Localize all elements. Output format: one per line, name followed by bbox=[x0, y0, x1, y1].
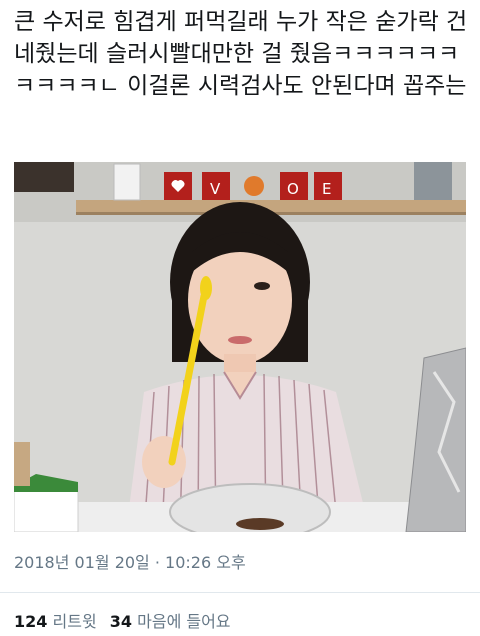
person-hand bbox=[142, 436, 186, 488]
like-stat[interactable]: 34 마음에 들어요 bbox=[110, 612, 231, 631]
photo-scene: V O E bbox=[14, 162, 466, 532]
retweet-count: 124 bbox=[14, 612, 48, 631]
tweet-stats: 124 리트윗 34 마음에 들어요 bbox=[14, 608, 239, 632]
wall-letter-v: V bbox=[210, 180, 221, 198]
shelf bbox=[76, 200, 466, 212]
divider bbox=[0, 592, 480, 593]
wall-letter-o: O bbox=[287, 180, 299, 198]
like-count: 34 bbox=[109, 612, 133, 631]
tweet-photo[interactable]: V O E bbox=[14, 162, 466, 532]
retweet-label: 리트윗 bbox=[52, 612, 97, 631]
retweet-stat[interactable]: 124 리트윗 bbox=[14, 612, 102, 631]
milk-carton bbox=[14, 485, 79, 532]
wall-frame bbox=[14, 162, 74, 192]
tweet-timestamp[interactable]: 2018년 01월 20일 · 10:26 오후 bbox=[14, 549, 246, 573]
like-label: 마음에 들어요 bbox=[137, 612, 231, 631]
mug bbox=[113, 163, 141, 201]
wall-letter-e: E bbox=[322, 180, 331, 198]
tweet-text: 큰 수저로 힘겹게 퍼먹길래 누가 작은 숟가락 건네줬는데 슬러시빨대만한 걸… bbox=[14, 9, 468, 99]
